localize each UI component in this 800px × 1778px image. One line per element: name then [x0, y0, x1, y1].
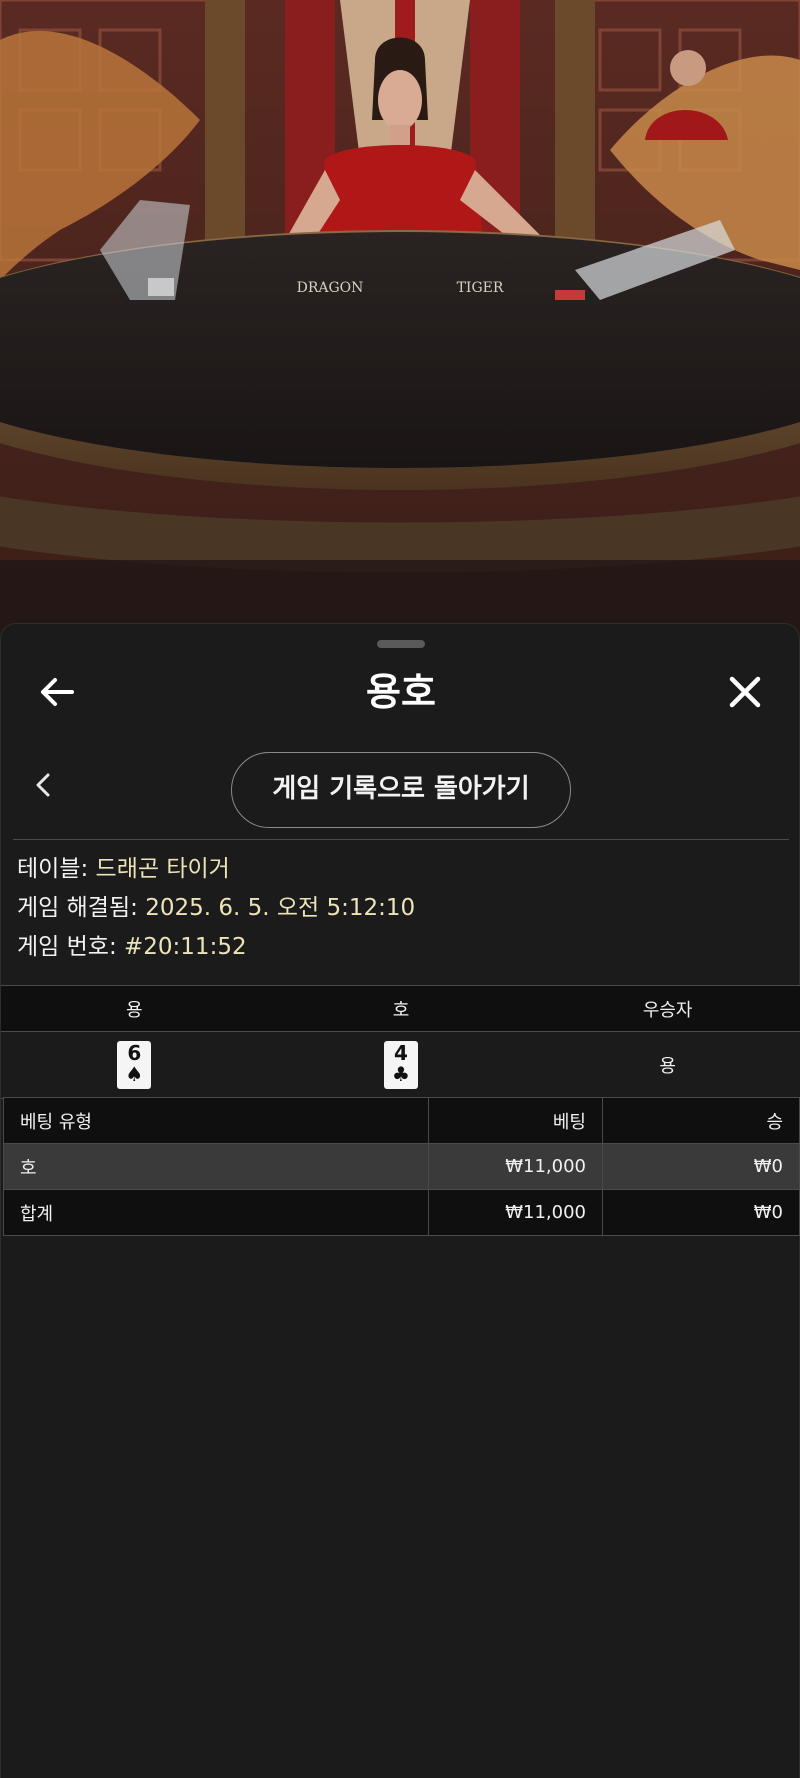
- info-resolved-label: 게임 해결됨:: [17, 895, 138, 921]
- result-table: 용 호 우승자 6 ♠ 4 ♣ 용: [1, 985, 800, 1099]
- dragon-card-rank: 6: [127, 1041, 142, 1065]
- table-label-dragon: DRAGON: [297, 280, 364, 296]
- club-icon: ♣: [392, 1062, 410, 1086]
- drag-handle[interactable]: [377, 640, 425, 648]
- total-label-cell: 합계: [3, 1189, 429, 1236]
- dealer-table-scene: DRAGON TIGER: [0, 0, 800, 640]
- previous-button[interactable]: [25, 767, 61, 803]
- result-row: 6 ♠ 4 ♣ 용: [1, 1031, 800, 1099]
- info-game-number-value: #20:11:52: [124, 934, 247, 960]
- tiger-card-cell: 4 ♣: [267, 1031, 535, 1099]
- back-button[interactable]: [33, 668, 81, 716]
- bet-amount-cell: ₩11,000: [428, 1143, 603, 1190]
- result-header-row: 용 호 우승자: [1, 985, 800, 1032]
- dragon-card: 6 ♠: [117, 1041, 152, 1089]
- win-amount-cell: ₩0: [602, 1143, 800, 1190]
- bet-header-bet: 베팅: [428, 1097, 603, 1144]
- game-history-sheet: 용호 게임 기록으로 돌아가기 테이블: 드래곤 타이거 게임 해결됨: 202…: [0, 623, 800, 1778]
- result-header-dragon: 용: [1, 985, 268, 1032]
- info-game-number-row: 게임 번호: #20:11:52: [17, 932, 247, 962]
- result-header-winner: 우승자: [534, 985, 800, 1032]
- bet-table: 베팅 유형 베팅 승 호 ₩11,000 ₩0 합계 ₩11,000 ₩0: [3, 1097, 800, 1236]
- info-table-label: 테이블:: [17, 856, 89, 882]
- close-icon: [729, 676, 761, 708]
- tiger-card: 4 ♣: [383, 1041, 418, 1089]
- bet-header-row: 베팅 유형 베팅 승: [3, 1097, 800, 1144]
- bet-header-type: 베팅 유형: [3, 1097, 429, 1144]
- page-title: 용호: [366, 670, 436, 714]
- winner-cell: 용: [534, 1031, 800, 1099]
- arrow-left-icon: [41, 678, 74, 706]
- back-to-game-history-button[interactable]: 게임 기록으로 돌아가기: [231, 752, 571, 828]
- chevron-left-icon: [36, 773, 50, 797]
- bet-type-cell: 호: [3, 1143, 429, 1190]
- tiger-card-rank: 4: [394, 1041, 408, 1065]
- info-table-value: 드래곤 타이거: [95, 856, 230, 882]
- table-row: 호 ₩11,000 ₩0: [3, 1143, 800, 1190]
- divider: [13, 839, 789, 840]
- dragon-card-cell: 6 ♠: [1, 1031, 268, 1099]
- info-resolved-value: 2025. 6. 5. 오전 5:12:10: [145, 895, 416, 921]
- close-button[interactable]: [721, 668, 769, 716]
- info-table-row: 테이블: 드래곤 타이거: [17, 854, 230, 884]
- table-label-tiger: TIGER: [457, 280, 504, 296]
- bet-header-win: 승: [602, 1097, 800, 1144]
- live-video-feed: DRAGON TIGER: [0, 0, 800, 640]
- table-row-total: 합계 ₩11,000 ₩0: [3, 1189, 800, 1236]
- info-game-number-label: 게임 번호:: [17, 934, 117, 960]
- total-win-cell: ₩0: [602, 1189, 800, 1236]
- info-resolved-row: 게임 해결됨: 2025. 6. 5. 오전 5:12:10: [17, 893, 415, 923]
- result-header-tiger: 호: [267, 985, 535, 1032]
- spade-icon: ♠: [125, 1062, 144, 1086]
- total-bet-cell: ₩11,000: [428, 1189, 603, 1236]
